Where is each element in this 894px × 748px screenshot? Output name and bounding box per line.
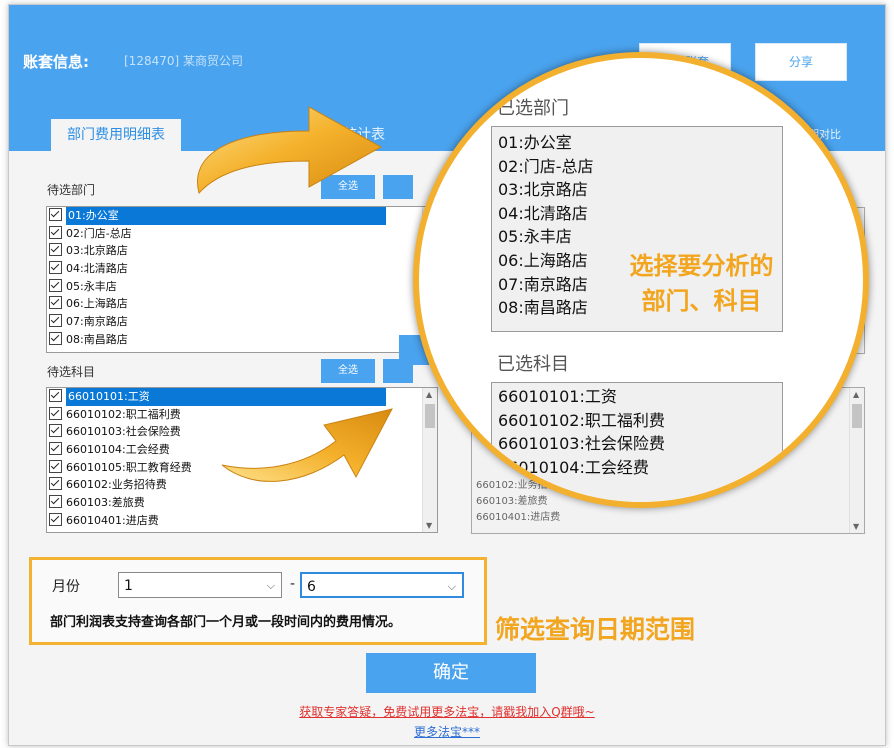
chevron-down-icon: ⌵ xyxy=(266,579,275,592)
range-separator: - xyxy=(290,576,296,592)
expert-help-link[interactable]: 获取专家答疑，免费试用更多法宝，请戳我加入Q群哦~ xyxy=(9,703,885,720)
scroll-thumb[interactable] xyxy=(425,404,435,428)
checkbox-checked-icon[interactable] xyxy=(49,459,62,473)
scroll-thumb[interactable] xyxy=(852,404,862,428)
selected-account-label: 已选科目 xyxy=(497,354,569,375)
checkbox-checked-icon[interactable] xyxy=(49,331,62,345)
month-to-select[interactable]: 6 ⌵ xyxy=(300,572,464,598)
candidate-dept-list[interactable]: 01:办公室 02:门店-总店 03:北京路店 04:北清路店 05:永丰店 0… xyxy=(46,206,438,353)
list-item[interactable]: 66010401:进店费 xyxy=(472,510,568,526)
candidate-dept-label: 待选部门 xyxy=(47,183,96,197)
date-range-description: 部门利润表支持查询各部门一个月或一段时间内的费用情况。 xyxy=(50,615,402,630)
selected-dept-label: 已选部门 xyxy=(497,98,569,119)
curved-arrow-icon xyxy=(221,408,393,482)
scroll-down-icon[interactable]: ▼ xyxy=(426,521,432,530)
list-item: 04:北清路店 xyxy=(498,203,588,223)
list-item: 66010103:社会保险费 xyxy=(498,434,665,454)
list-item: 66010101:工资 xyxy=(498,387,617,406)
list-item[interactable]: 02:门店-总店 xyxy=(47,225,437,243)
month-label: 月份 xyxy=(52,579,80,595)
confirm-button[interactable]: 确定 xyxy=(366,653,536,693)
list-item: 01:办公室 xyxy=(498,133,572,152)
list-item: 03:北京路店 xyxy=(498,180,588,200)
list-item: 66010102:职工福利费 xyxy=(498,410,665,430)
curved-arrow-icon xyxy=(197,106,383,195)
account-invert-button[interactable] xyxy=(383,359,413,383)
tab-dept-expense-detail[interactable]: 部门费用明细表 xyxy=(51,119,181,151)
account-info-label: 账套信息: xyxy=(23,53,89,71)
checkbox-checked-icon[interactable] xyxy=(49,225,62,239)
magnified-account-list: 66010101:工资 66010102:职工福利费 66010103:社会保险… xyxy=(491,382,783,502)
list-item[interactable]: 66010401:进店费 xyxy=(47,512,437,530)
more-tools-link[interactable]: 更多法宝*** xyxy=(9,723,885,740)
date-range-callout: 筛选查询日期范围 xyxy=(495,615,696,644)
list-item[interactable]: 06:上海路店 xyxy=(47,295,437,313)
checkbox-checked-icon[interactable] xyxy=(49,314,62,328)
share-button[interactable]: 分享 xyxy=(755,43,847,81)
chevron-down-icon: ⌵ xyxy=(447,580,456,593)
checkbox-checked-icon[interactable] xyxy=(49,261,62,275)
checkbox-checked-icon[interactable] xyxy=(49,208,62,221)
scroll-up-icon[interactable]: ▲ xyxy=(426,390,432,399)
checkbox-checked-icon[interactable] xyxy=(49,424,62,438)
list-item[interactable]: 03:北京路店 xyxy=(47,242,437,260)
account-list-scrollbar[interactable]: ▲ ▼ xyxy=(422,388,437,532)
scroll-down-icon[interactable]: ▼ xyxy=(853,522,859,531)
candidate-account-label: 待选科目 xyxy=(47,365,96,379)
checkbox-checked-icon[interactable] xyxy=(49,477,62,491)
list-item[interactable]: 08:南昌路店 xyxy=(47,331,437,349)
checkbox-checked-icon[interactable] xyxy=(49,278,62,292)
checkbox-checked-icon[interactable] xyxy=(49,442,62,456)
list-item[interactable]: 05:永丰店 xyxy=(47,278,437,296)
month-from-select[interactable]: 1 ⌵ xyxy=(118,572,282,598)
app-window: 账套信息: [128470] 某商贸公司 切换账套 分享 部门费用明细表 统计表… xyxy=(8,4,886,746)
account-select-all-button[interactable]: 全选 xyxy=(321,359,375,383)
date-range-filter: 月份 1 ⌵ - 6 ⌵ 部门利润表支持查询各部门一个月或一段时间内的费用情况。 xyxy=(29,557,487,645)
list-item: 05:永丰店 xyxy=(498,227,572,247)
account-info-value: [128470] 某商贸公司 xyxy=(124,54,243,68)
checkbox-checked-icon[interactable] xyxy=(49,296,62,310)
list-item[interactable]: 07:南京路店 xyxy=(47,313,437,331)
select-dept-account-callout: 选择要分析的 部门、科目 xyxy=(629,252,774,315)
checkbox-checked-icon[interactable] xyxy=(49,243,62,257)
list-item[interactable]: 04:北清路店 xyxy=(47,260,437,278)
checkbox-checked-icon[interactable] xyxy=(49,495,62,509)
list-item: 66010104:工会经费 xyxy=(498,457,649,477)
checkbox-checked-icon[interactable] xyxy=(49,512,62,526)
selected-account-scrollbar[interactable]: ▲ ▼ xyxy=(849,388,864,533)
checkbox-checked-icon[interactable] xyxy=(49,389,62,402)
scroll-up-icon[interactable]: ▲ xyxy=(853,390,859,399)
list-item: 02:门店-总店 xyxy=(498,156,594,176)
checkbox-checked-icon[interactable] xyxy=(49,406,62,420)
